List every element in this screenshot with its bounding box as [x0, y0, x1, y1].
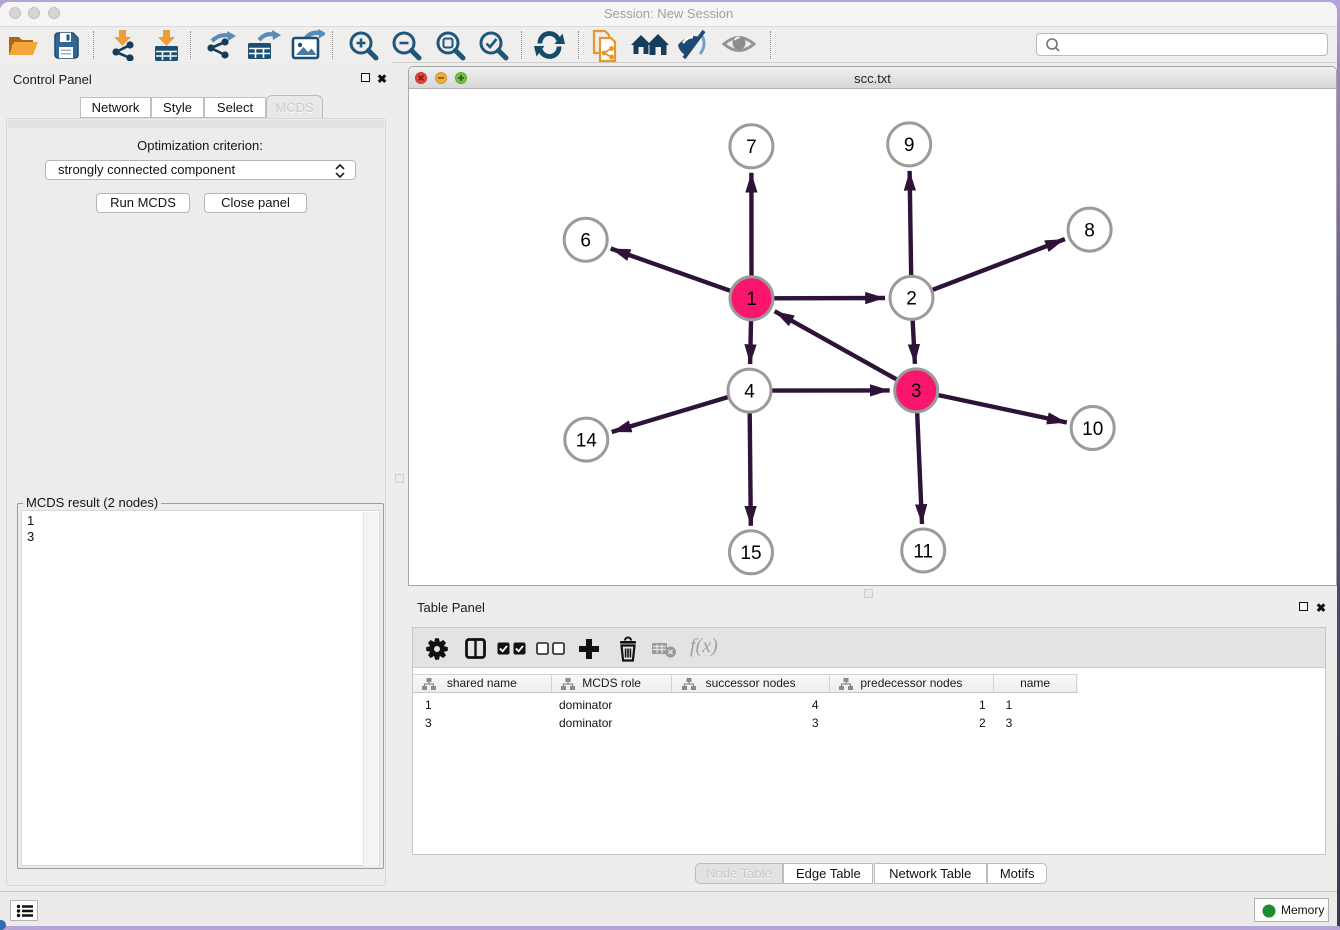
svg-text:3: 3: [911, 381, 922, 402]
svg-text:14: 14: [576, 430, 598, 451]
svg-text:7: 7: [746, 137, 757, 158]
svg-text:1: 1: [746, 289, 757, 310]
svg-text:9: 9: [904, 135, 915, 156]
svg-text:6: 6: [580, 231, 591, 252]
svg-text:11: 11: [913, 541, 933, 562]
svg-text:10: 10: [1082, 419, 1103, 440]
svg-text:15: 15: [740, 543, 761, 564]
svg-text:2: 2: [906, 289, 917, 310]
svg-text:8: 8: [1084, 220, 1095, 241]
svg-text:4: 4: [744, 381, 755, 402]
